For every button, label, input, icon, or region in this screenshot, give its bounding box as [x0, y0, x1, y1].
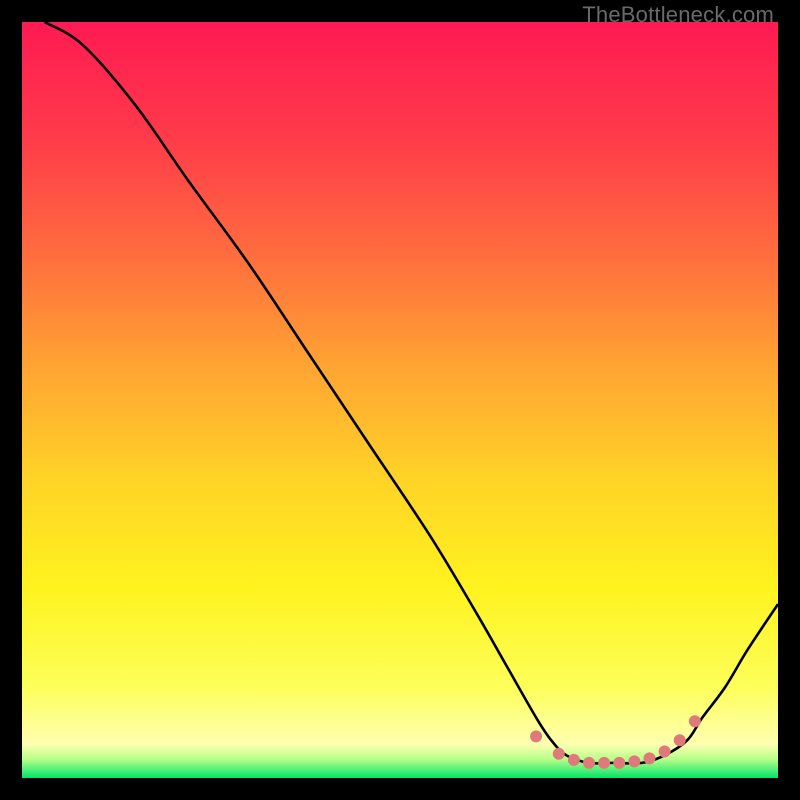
- optimal-dot: [583, 757, 595, 769]
- optimal-dot: [598, 757, 610, 769]
- gradient-background: [22, 22, 778, 778]
- chart-frame: [22, 22, 778, 778]
- optimal-dot: [674, 734, 686, 746]
- bottleneck-chart: [22, 22, 778, 778]
- optimal-dot: [643, 752, 655, 764]
- optimal-dot: [659, 746, 671, 758]
- optimal-dot: [568, 754, 580, 766]
- optimal-dot: [689, 715, 701, 727]
- optimal-dot: [530, 730, 542, 742]
- optimal-dot: [613, 757, 625, 769]
- optimal-dot: [553, 748, 565, 760]
- optimal-dot: [628, 755, 640, 767]
- watermark-text: TheBottleneck.com: [582, 2, 774, 28]
